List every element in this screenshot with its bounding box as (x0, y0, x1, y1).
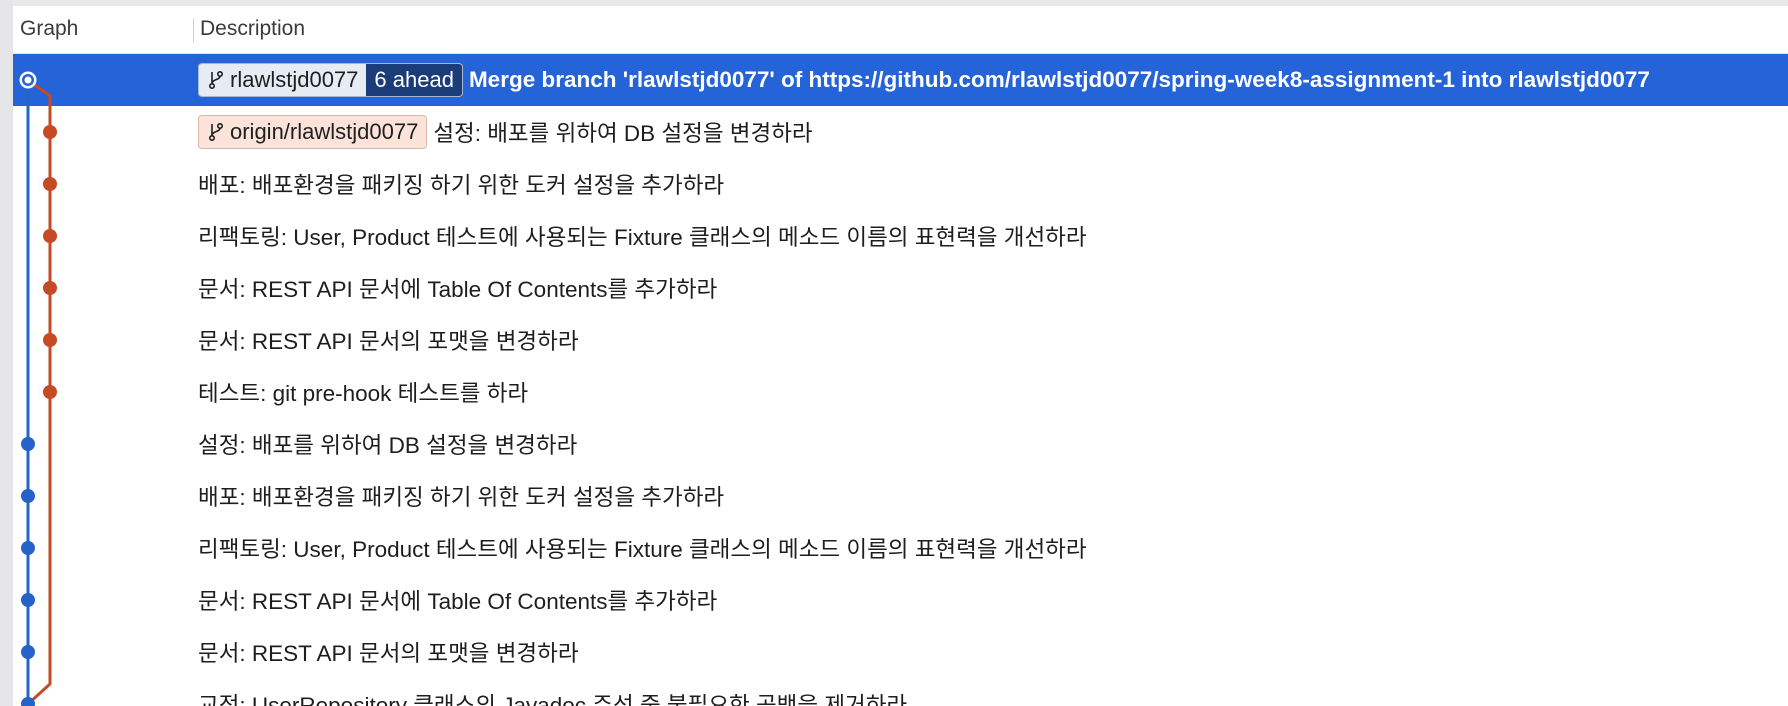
commit-message: 교정: UserRepository 클래스의 Javadoc 주석 중 불필요… (198, 693, 908, 706)
ahead-count-badge: 6 ahead (366, 64, 462, 96)
commit-message: 배포: 배포환경을 패키징 하기 위한 도커 설정을 추가하라 (198, 485, 725, 510)
local-branch-badge[interactable]: rlawlstjd0077 6 ahead (198, 63, 463, 97)
commit-description: 문서: REST API 문서에 Table Of Contents를 추가하라 (198, 574, 717, 626)
commit-message: 문서: REST API 문서의 포맷을 변경하라 (198, 641, 579, 666)
commit-row[interactable]: 문서: REST API 문서에 Table Of Contents를 추가하라 (13, 574, 1788, 626)
commit-message: 문서: REST API 문서에 Table Of Contents를 추가하라 (198, 589, 718, 614)
commit-description: origin/rlawlstjd0077 설정: 배포를 위하여 DB 설정을 … (198, 106, 813, 158)
local-branch-name: rlawlstjd0077 (230, 67, 359, 92)
commit-row[interactable]: 설정: 배포를 위하여 DB 설정을 변경하라 (13, 418, 1788, 470)
git-history-window: Graph Description rlawlstjd0077 6 ahead … (0, 0, 1788, 706)
remote-branch-name: origin/rlawlstjd0077 (230, 119, 419, 144)
commit-message: 리팩토링: User, Product 테스트에 사용되는 Fixture 클래… (198, 537, 1087, 562)
commit-row[interactable]: 테스트: git pre-hook 테스트를 하라 (13, 366, 1788, 418)
commit-message: 리팩토링: User, Product 테스트에 사용되는 Fixture 클래… (198, 225, 1087, 250)
commit-description: 문서: REST API 문서의 포맷을 변경하라 (198, 314, 579, 366)
commit-row[interactable]: 리팩토링: User, Product 테스트에 사용되는 Fixture 클래… (13, 210, 1788, 262)
branch-icon (208, 122, 224, 142)
commit-row[interactable]: 리팩토링: User, Product 테스트에 사용되는 Fixture 클래… (13, 522, 1788, 574)
remote-branch-badge[interactable]: origin/rlawlstjd0077 (198, 115, 428, 149)
commit-description: 배포: 배포환경을 패키징 하기 위한 도커 설정을 추가하라 (198, 470, 724, 522)
commit-description: 교정: UserRepository 클래스의 Javadoc 주석 중 불필요… (198, 678, 907, 706)
commit-message: 설정: 배포를 위하여 DB 설정을 변경하라 (433, 121, 813, 146)
commit-message: 배포: 배포환경을 패키징 하기 위한 도커 설정을 추가하라 (198, 173, 725, 198)
commit-description: 배포: 배포환경을 패키징 하기 위한 도커 설정을 추가하라 (198, 158, 724, 210)
commit-description: 문서: REST API 문서에 Table Of Contents를 추가하라 (198, 262, 717, 314)
commit-row[interactable]: 문서: REST API 문서의 포맷을 변경하라 (13, 314, 1788, 366)
commit-row[interactable]: 교정: UserRepository 클래스의 Javadoc 주석 중 불필요… (13, 678, 1788, 706)
commit-description: 테스트: git pre-hook 테스트를 하라 (198, 366, 528, 418)
commit-row[interactable]: 배포: 배포환경을 패키징 하기 위한 도커 설정을 추가하라 (13, 158, 1788, 210)
commit-message: 설정: 배포를 위하여 DB 설정을 변경하라 (198, 433, 578, 458)
commit-row[interactable]: 배포: 배포환경을 패키징 하기 위한 도커 설정을 추가하라 (13, 470, 1788, 522)
commit-row[interactable]: rlawlstjd0077 6 ahead Merge branch 'rlaw… (13, 54, 1788, 106)
commit-description: 문서: REST API 문서의 포맷을 변경하라 (198, 626, 579, 678)
column-header: Graph Description (13, 6, 1788, 54)
column-divider[interactable] (193, 18, 194, 42)
branch-icon (208, 70, 224, 90)
commit-message: Merge branch 'rlawlstjd0077' of https://… (468, 67, 1650, 92)
commit-description: 설정: 배포를 위하여 DB 설정을 변경하라 (198, 418, 577, 470)
commit-description: 리팩토링: User, Product 테스트에 사용되는 Fixture 클래… (198, 522, 1087, 574)
commit-message: 테스트: git pre-hook 테스트를 하라 (198, 381, 529, 406)
graph-column-header[interactable]: Graph (20, 6, 78, 54)
commit-description: rlawlstjd0077 6 ahead Merge branch 'rlaw… (198, 54, 1650, 106)
commit-message: 문서: REST API 문서에 Table Of Contents를 추가하라 (198, 277, 718, 302)
commit-row[interactable]: 문서: REST API 문서에 Table Of Contents를 추가하라 (13, 262, 1788, 314)
commit-message: 문서: REST API 문서의 포맷을 변경하라 (198, 329, 579, 354)
commit-list: rlawlstjd0077 6 ahead Merge branch 'rlaw… (13, 54, 1788, 706)
commit-description: 리팩토링: User, Product 테스트에 사용되는 Fixture 클래… (198, 210, 1087, 262)
description-column-header[interactable]: Description (200, 6, 305, 54)
commit-row[interactable]: 문서: REST API 문서의 포맷을 변경하라 (13, 626, 1788, 678)
left-gutter (0, 0, 13, 706)
commit-row[interactable]: origin/rlawlstjd0077 설정: 배포를 위하여 DB 설정을 … (13, 106, 1788, 158)
